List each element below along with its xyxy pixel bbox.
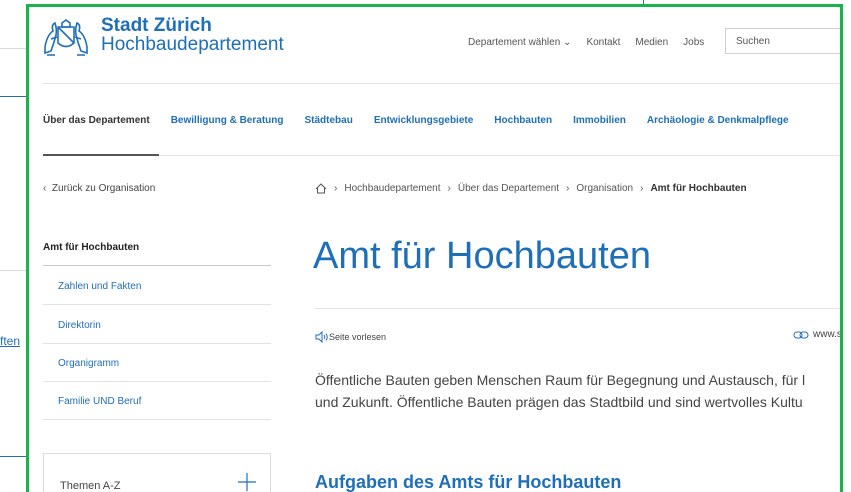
brand-name: Stadt Zürich bbox=[101, 15, 212, 36]
nav-item-about[interactable]: Über das Departement bbox=[43, 115, 150, 126]
department-name: Hochbaudepartement bbox=[101, 34, 284, 55]
share-link-text: www.s bbox=[813, 329, 842, 340]
breadcrumb-separator: › bbox=[640, 183, 644, 194]
sidebar-divider bbox=[43, 381, 271, 382]
active-nav-indicator bbox=[43, 154, 159, 156]
nav-item-urban-planning[interactable]: Städtebau bbox=[304, 115, 352, 126]
header-divider bbox=[43, 83, 840, 84]
themen-az-accordion[interactable]: Themen A-Z bbox=[43, 453, 271, 492]
sidebar-divider bbox=[43, 419, 271, 420]
intro-line: Öffentliche Bauten geben Menschen Raum f… bbox=[315, 372, 806, 388]
zurich-crest-icon bbox=[44, 19, 88, 56]
contact-link[interactable]: Kontakt bbox=[586, 37, 620, 48]
sidebar-divider bbox=[43, 304, 271, 305]
utility-nav: Departement wählen ⌄ Kontakt Medien Jobs bbox=[468, 37, 719, 48]
main-nav: Über das Departement Bewilligung & Berat… bbox=[43, 115, 810, 126]
sidebar-divider bbox=[43, 343, 271, 344]
back-link-label: Zurück zu Organisation bbox=[51, 183, 156, 194]
title-divider bbox=[315, 308, 840, 309]
themen-az-label: Themen A-Z bbox=[60, 480, 121, 492]
nav-item-real-estate[interactable]: Immobilien bbox=[573, 115, 626, 126]
read-aloud-button[interactable]: Seite vorlesen bbox=[315, 331, 386, 343]
background-divider bbox=[0, 48, 26, 49]
chevron-left-icon: ‹ bbox=[43, 183, 47, 194]
site-logo[interactable]: Stadt Zürich Hochbaudepartement bbox=[41, 15, 284, 57]
share-link[interactable]: www.s bbox=[793, 329, 842, 340]
speaker-icon bbox=[315, 331, 328, 343]
breadcrumb-current: Amt für Hochbauten bbox=[650, 183, 747, 194]
breadcrumb-separator: › bbox=[566, 183, 570, 194]
background-divider bbox=[0, 270, 26, 271]
breadcrumb-item[interactable]: Hochbaudepartement bbox=[344, 183, 440, 194]
breadcrumb-item[interactable]: Organisation bbox=[576, 183, 633, 194]
back-to-organisation-link[interactable]: ‹ Zurück zu Organisation bbox=[43, 183, 155, 194]
breadcrumb-separator: › bbox=[447, 183, 451, 194]
background-divider bbox=[0, 96, 26, 97]
page-frame: Stadt Zürich Hochbaudepartement Departem… bbox=[26, 4, 843, 492]
sidebar-divider bbox=[43, 265, 271, 266]
breadcrumb-separator: › bbox=[334, 183, 338, 194]
nav-item-archaeology[interactable]: Archäologie & Denkmalpflege bbox=[647, 115, 789, 126]
sidebar-item-family-career[interactable]: Familie UND Beruf bbox=[58, 396, 141, 407]
intro-line: und Zukunft. Öffentliche Bauten prägen d… bbox=[315, 394, 803, 410]
department-select[interactable]: Departement wählen ⌄ bbox=[468, 37, 571, 48]
background-link[interactable]: ften bbox=[0, 334, 20, 348]
sidebar-item-figures[interactable]: Zahlen und Fakten bbox=[58, 281, 141, 292]
background-divider bbox=[0, 456, 26, 457]
breadcrumb-item[interactable]: Über das Departement bbox=[458, 183, 559, 194]
page-title: Amt für Hochbauten bbox=[313, 235, 651, 277]
plus-icon bbox=[238, 473, 256, 491]
sidebar-title: Amt für Hochbauten bbox=[43, 242, 140, 253]
intro-paragraph: Öffentliche Bauten geben Menschen Raum f… bbox=[315, 369, 840, 413]
breadcrumb: › Hochbaudepartement › Über das Departem… bbox=[315, 183, 747, 194]
sidebar-item-director[interactable]: Direktorin bbox=[58, 320, 101, 331]
read-aloud-label: Seite vorlesen bbox=[329, 332, 387, 342]
nav-item-buildings[interactable]: Hochbauten bbox=[494, 115, 552, 126]
link-icon bbox=[793, 331, 809, 338]
nav-divider bbox=[159, 155, 840, 156]
home-icon[interactable] bbox=[315, 183, 327, 194]
section-heading: Aufgaben des Amts für Hochbauten bbox=[315, 472, 622, 492]
jobs-link[interactable]: Jobs bbox=[683, 37, 704, 48]
sidebar-item-organigram[interactable]: Organigramm bbox=[58, 358, 119, 369]
search-input[interactable]: Suchen bbox=[725, 28, 840, 54]
nav-item-permits[interactable]: Bewilligung & Beratung bbox=[171, 115, 284, 126]
nav-item-development-areas[interactable]: Entwicklungsgebiete bbox=[374, 115, 473, 126]
media-link[interactable]: Medien bbox=[635, 37, 668, 48]
